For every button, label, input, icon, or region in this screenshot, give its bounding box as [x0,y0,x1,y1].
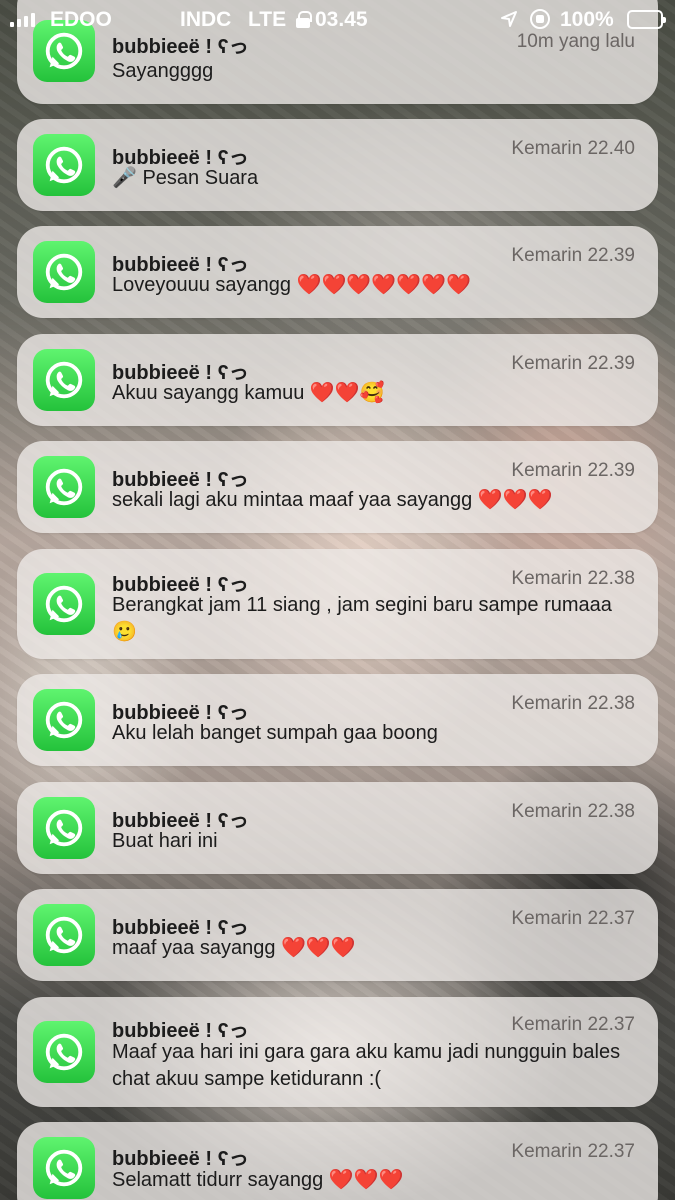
notification-message: maaf yaa sayangg ❤️❤️❤️ [112,937,356,959]
notification-card[interactable]: bubbieeë ! ʕっ Kemarin 22.39 Akuu sayangg… [17,334,658,426]
signal-strength-icon [10,13,35,27]
notification-message: Berangkat jam 11 siang , jam segini baru… [112,594,612,643]
status-bar: EDOO INDC LTE 03.45 100% [0,0,675,40]
notification-card[interactable]: bubbieeë ! ʕっ Kemarin 22.40 🎤 Pesan Suar… [17,119,658,211]
location-arrow-icon [501,11,517,27]
notification-card[interactable]: bubbieeë ! ʕっ Kemarin 22.37 Maaf yaa har… [17,997,658,1107]
lock-icon [296,11,312,28]
notification-card[interactable]: bubbieeë ! ʕっ Kemarin 22.38 Buat hari in… [17,782,658,874]
rotation-lock-icon [530,9,550,29]
whatsapp-icon [33,904,95,966]
whatsapp-icon [33,1021,95,1083]
notification-message: Selamatt tidurr sayangg ❤️❤️❤️ [112,1169,404,1191]
notification-message: Loveyouuu sayangg ❤️❤️❤️❤️❤️❤️❤️ [112,274,471,296]
carrier-name: EDOO [50,8,112,31]
whatsapp-icon [33,349,95,411]
notification-time: Kemarin 22.38 [511,801,635,822]
notification-list: bubbieeë ! ʕっ 10m yang lalu Sayangggg bu… [0,0,675,1200]
notification-time: Kemarin 22.40 [511,138,635,159]
notification-time: Kemarin 22.39 [511,460,635,481]
notification-message: Maaf yaa hari ini gara gara aku kamu jad… [112,1041,621,1090]
notification-message: Buat hari ini [112,830,218,852]
notification-message: 🎤 Pesan Suara [112,167,259,189]
status-time: 03.45 [315,8,368,31]
notification-message: Aku lelah banget sumpah gaa boong [112,722,438,744]
secondary-carrier-name: INDC [180,8,232,31]
whatsapp-icon [33,456,95,518]
notification-time: Kemarin 22.38 [511,568,635,589]
battery-percentage: 100% [560,8,614,31]
network-type: LTE [248,8,287,31]
whatsapp-icon [33,1137,95,1199]
notification-time: Kemarin 22.39 [511,353,635,374]
notification-card[interactable]: bubbieeë ! ʕっ Kemarin 22.37 Selamatt tid… [17,1122,658,1200]
notification-card[interactable]: bubbieeë ! ʕっ Kemarin 22.37 maaf yaa say… [17,889,658,981]
notification-card[interactable]: bubbieeë ! ʕっ Kemarin 22.39 sekali lagi … [17,441,658,533]
notification-card[interactable]: bubbieeë ! ʕっ Kemarin 22.38 Berangkat ja… [17,549,658,659]
notification-time: Kemarin 22.39 [511,245,635,266]
whatsapp-icon [33,797,95,859]
notification-card[interactable]: bubbieeë ! ʕっ Kemarin 22.39 Loveyouuu sa… [17,226,658,318]
notification-card[interactable]: bubbieeë ! ʕっ Kemarin 22.38 Aku lelah ba… [17,674,658,766]
whatsapp-icon [33,689,95,751]
notification-time: Kemarin 22.37 [511,1141,635,1162]
battery-icon [627,10,666,29]
whatsapp-icon [33,134,95,196]
notification-message: Akuu sayangg kamuu ❤️❤️🥰 [112,382,385,404]
notification-time: Kemarin 22.37 [511,908,635,929]
whatsapp-icon [33,241,95,303]
notification-message: Sayangggg [112,60,214,82]
notification-time: Kemarin 22.37 [511,1014,635,1035]
notification-time: Kemarin 22.38 [511,693,635,714]
whatsapp-icon [33,573,95,635]
notification-message: sekali lagi aku mintaa maaf yaa sayangg … [112,489,553,511]
